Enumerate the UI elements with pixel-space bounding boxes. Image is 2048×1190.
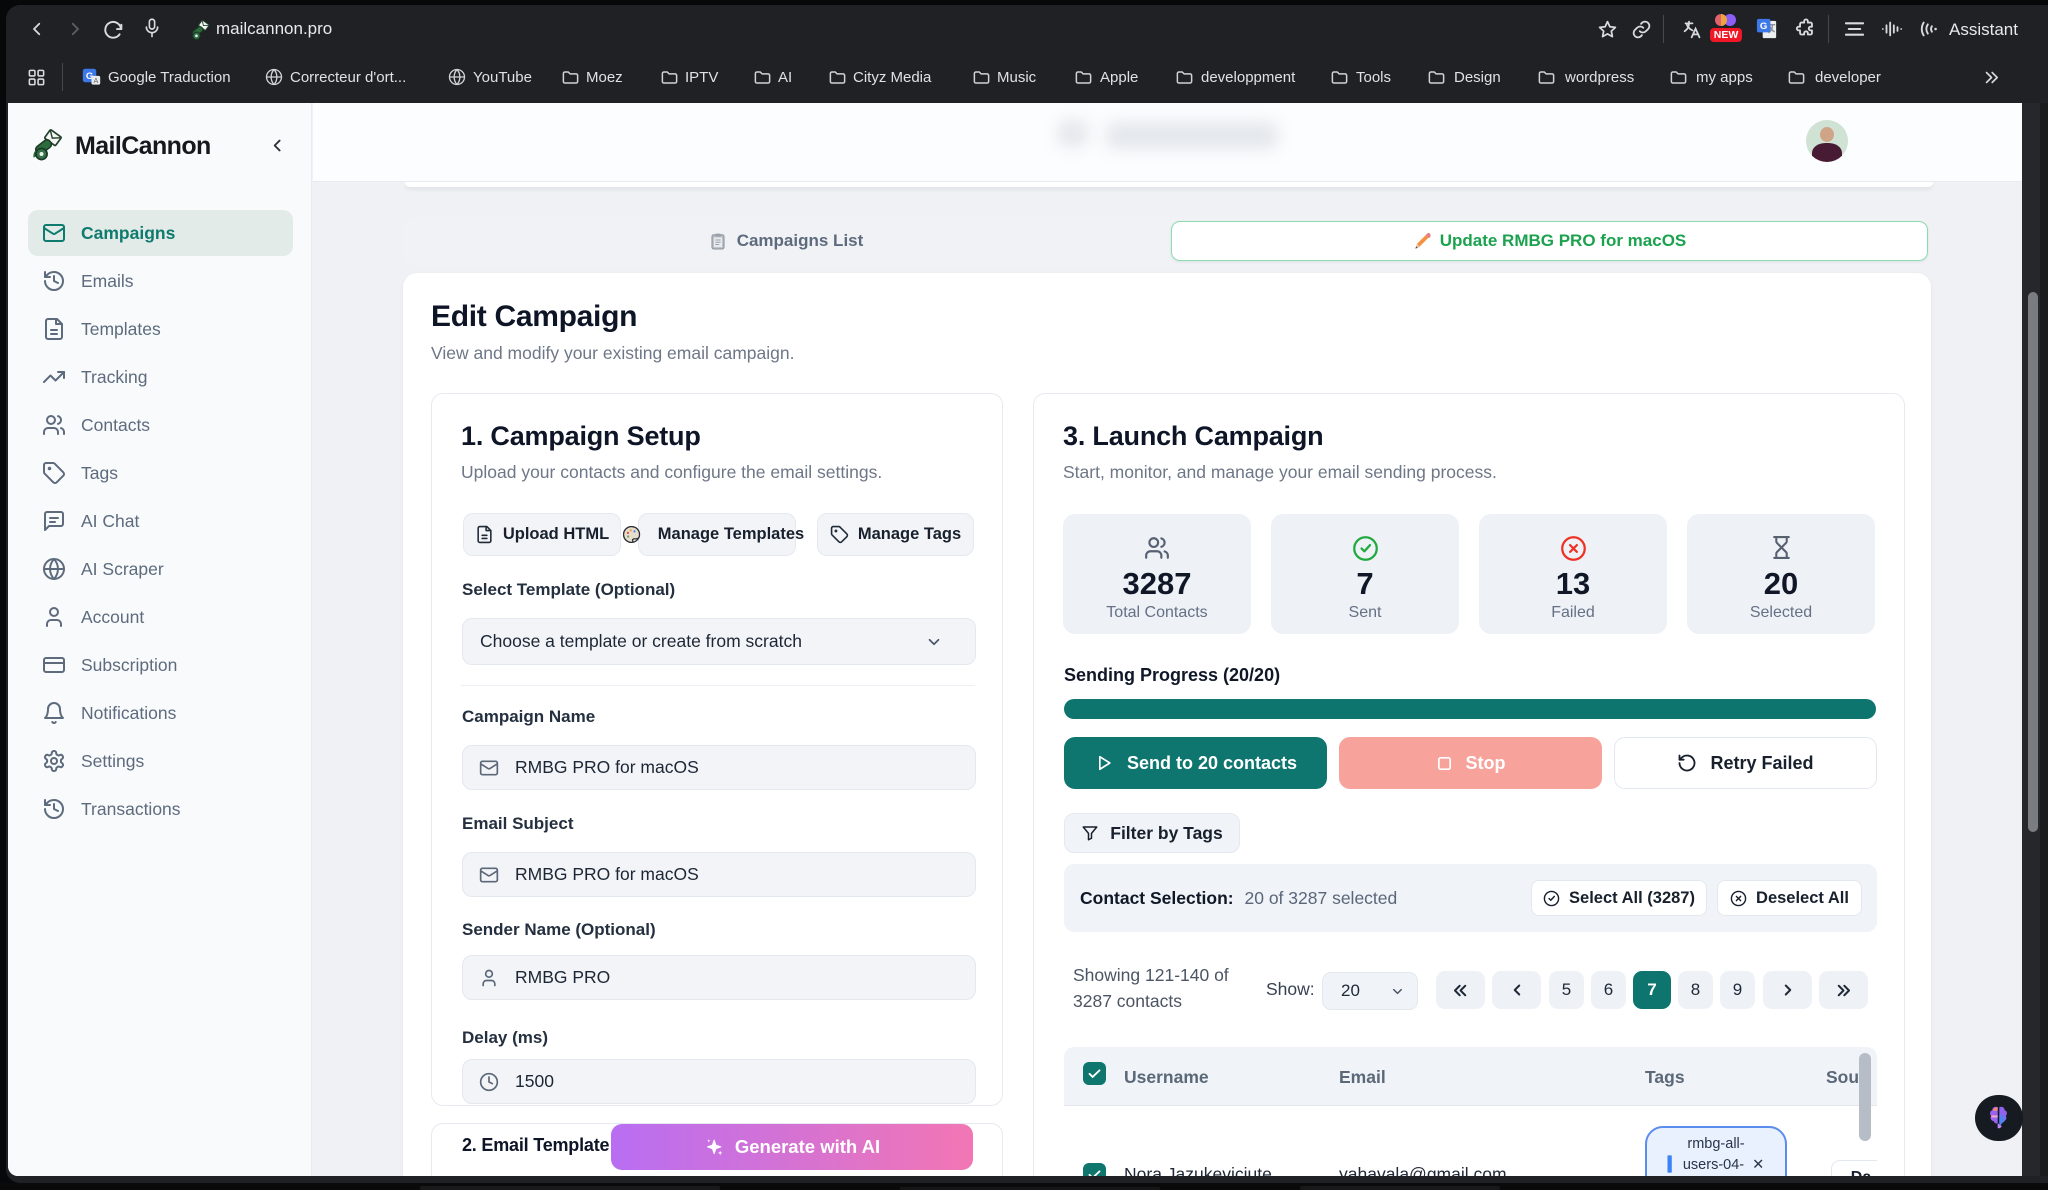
svg-text:A: A bbox=[93, 77, 98, 85]
svg-text:G: G bbox=[1760, 21, 1767, 32]
